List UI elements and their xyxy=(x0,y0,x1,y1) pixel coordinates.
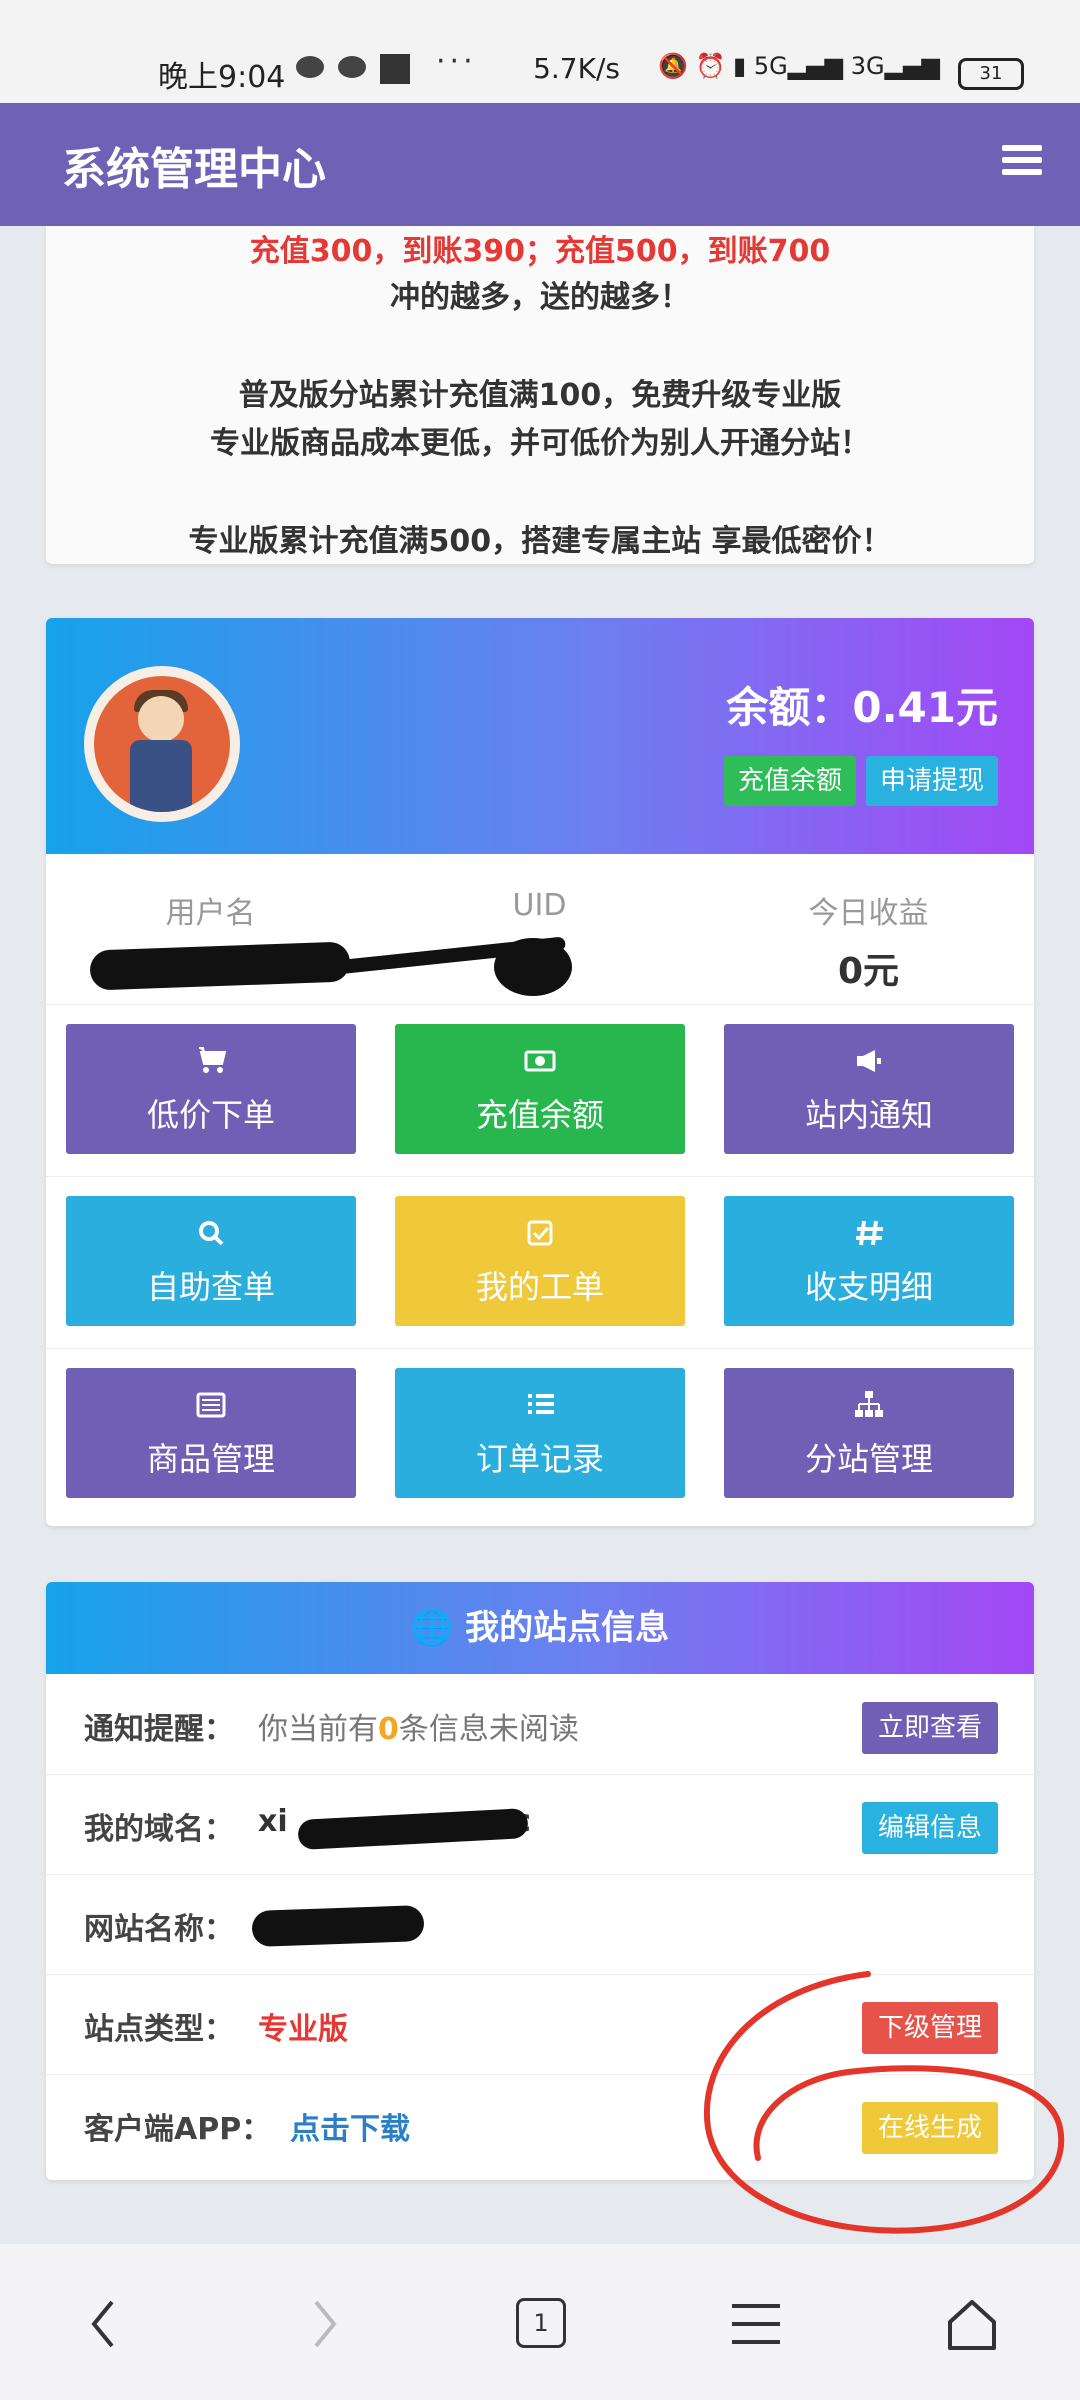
tile-label: 订单记录 xyxy=(475,1440,604,1478)
domain-value: xi xyxy=(258,1804,288,1839)
domain-row: 我的域名： xi .cc 编辑信息 xyxy=(46,1774,1034,1875)
site-info-card: 🌐 我的站点信息 通知提醒： 你当前有0条信息未阅读 立即查看 我的域名： xi… xyxy=(46,1582,1034,2180)
tile-query[interactable]: 自助查单 xyxy=(66,1196,356,1326)
promo-line: 专业版累计充值满500，搭建专属主站 享最低密价！ xyxy=(188,524,892,559)
list-icon xyxy=(528,1394,554,1414)
tile-label: 分站管理 xyxy=(804,1440,933,1478)
promo-line: 专业版商品成本更低，并可低价为别人开通分站！ xyxy=(210,426,870,461)
search-icon xyxy=(199,1221,224,1246)
check-square-icon xyxy=(527,1220,553,1246)
chevron-left-icon xyxy=(91,2300,114,2348)
chevron-right-icon xyxy=(314,2300,337,2348)
quick-actions-row: 商品管理 订单记录 分站管理 xyxy=(46,1348,1034,1520)
today-income-label: 今日收益 xyxy=(808,896,929,931)
tile-label: 充值余额 xyxy=(475,1096,604,1134)
home-icon xyxy=(948,2300,996,2350)
site-type-row: 站点类型： 专业版 下级管理 xyxy=(46,1974,1034,2075)
domain-label: 我的域名： xyxy=(84,1812,234,1847)
quick-actions-row: 自助查单 我的工单 收支明细 xyxy=(46,1176,1034,1349)
tile-label: 站内通知 xyxy=(804,1096,933,1134)
sitemap-icon xyxy=(855,1391,883,1417)
site-name-row: 网站名称： xyxy=(46,1874,1034,1975)
notification-icon xyxy=(380,54,410,84)
signal-icons: 🔕 ⏰ ▮ 5G▂▄▆ 3G▂▄▆ xyxy=(658,52,940,80)
cart-icon xyxy=(199,1047,227,1073)
site-info-title: 我的站点信息 xyxy=(465,1608,670,1648)
balance-text: 余额：0.41元 xyxy=(726,683,998,732)
site-name-label: 网站名称： xyxy=(84,1912,234,1947)
wechat-icon xyxy=(338,56,366,78)
site-type-label: 站点类型： xyxy=(84,2012,234,2047)
back-button[interactable] xyxy=(56,2274,156,2374)
tile-order[interactable]: 低价下单 xyxy=(66,1024,356,1154)
promo-line: 充值300，到账390；充值500，到账700 xyxy=(249,234,831,269)
status-time: 晚上9:04 xyxy=(158,60,286,95)
tile-substation[interactable]: 分站管理 xyxy=(724,1368,1014,1498)
tile-label: 我的工单 xyxy=(475,1268,604,1306)
menu-button[interactable] xyxy=(706,2274,806,2374)
app-row: 客户端APP： 点击下载 在线生成 xyxy=(46,2074,1034,2174)
avatar xyxy=(84,666,240,822)
site-info-header: 🌐 我的站点信息 xyxy=(46,1582,1034,1674)
sub-manage-button[interactable]: 下级管理 xyxy=(861,2002,998,2054)
money-icon xyxy=(524,1050,556,1072)
tile-ticket[interactable]: 我的工单 xyxy=(395,1196,685,1326)
edit-info-button[interactable]: 编辑信息 xyxy=(861,1802,998,1854)
network-speed: 5.7K/s xyxy=(533,52,620,85)
menu-icon xyxy=(732,2304,780,2344)
hash-icon xyxy=(856,1220,883,1246)
notice-count: 0 xyxy=(378,1712,399,1747)
tile-orders[interactable]: 订单记录 xyxy=(395,1368,685,1498)
notice-row: 通知提醒： 你当前有0条信息未阅读 立即查看 xyxy=(46,1674,1034,1775)
tile-label: 自助查单 xyxy=(146,1268,275,1306)
globe-icon: 🌐 xyxy=(410,1608,454,1648)
user-summary: 余额：0.41元 充值余额 申请提现 xyxy=(46,618,1034,854)
site-type-value: 专业版 xyxy=(258,2012,348,2047)
promo-line: 冲的越多，送的越多！ xyxy=(390,280,690,315)
wechat-icon xyxy=(296,56,324,78)
username-label: 用户名 xyxy=(165,896,256,931)
promo-line: 普及版分站累计充值满100，免费升级专业版 xyxy=(238,378,842,413)
redaction-mark xyxy=(297,1808,529,1850)
recharge-button[interactable]: 充值余额 xyxy=(723,756,856,806)
app-header: 系统管理中心 xyxy=(0,103,1080,226)
app-label: 客户端APP： xyxy=(84,2112,272,2147)
uid-label: UID xyxy=(512,888,567,923)
redaction-mark xyxy=(251,1905,425,1947)
tile-recharge[interactable]: 充值余额 xyxy=(395,1024,685,1154)
tile-finance[interactable]: 收支明细 xyxy=(724,1196,1014,1326)
notice-text: 你当前有0条信息未阅读 xyxy=(258,1712,579,1747)
menu-icon[interactable] xyxy=(1002,145,1042,181)
status-bar: 晚上9:04 ··· 5.7K/s 🔕 ⏰ ▮ 5G▂▄▆ 3G▂▄▆ 31 xyxy=(0,0,1080,103)
page-title: 系统管理中心 xyxy=(62,144,326,195)
redaction-mark xyxy=(494,938,572,996)
tile-goods[interactable]: 商品管理 xyxy=(66,1368,356,1498)
quick-actions-row: 低价下单 充值余额 站内通知 xyxy=(46,1004,1034,1177)
user-info-row: 用户名 UID 今日收益 0元 xyxy=(46,854,1034,1005)
more-notifications-icon: ··· xyxy=(436,44,477,79)
today-income-value: 0元 xyxy=(837,951,900,992)
tile-label: 商品管理 xyxy=(146,1440,275,1478)
tile-label: 收支明细 xyxy=(804,1268,933,1306)
list-alt-icon xyxy=(196,1392,226,1418)
battery-icon: 31 xyxy=(958,58,1024,90)
bullhorn-icon xyxy=(857,1050,881,1072)
view-now-button[interactable]: 立即查看 xyxy=(861,1702,998,1754)
download-link[interactable]: 点击下载 xyxy=(290,2104,410,2148)
online-generate-button[interactable]: 在线生成 xyxy=(861,2102,998,2154)
forward-button[interactable] xyxy=(272,2274,372,2374)
tabs-button[interactable]: 1 xyxy=(490,2274,590,2374)
home-button[interactable] xyxy=(922,2274,1022,2374)
user-card: 余额：0.41元 充值余额 申请提现 用户名 UID 今日收益 0元 低价下单 … xyxy=(46,618,1034,1526)
tab-count: 1 xyxy=(516,2298,566,2348)
promo-card: 充值300，到账390；充值500，到账700 冲的越多，送的越多！ 普及版分站… xyxy=(46,226,1034,564)
tile-notice[interactable]: 站内通知 xyxy=(724,1024,1014,1154)
withdraw-button[interactable]: 申请提现 xyxy=(865,756,998,806)
tile-label: 低价下单 xyxy=(146,1096,275,1134)
browser-bottom-nav: 1 xyxy=(0,2244,1080,2400)
notice-label: 通知提醒： xyxy=(84,1712,234,1747)
